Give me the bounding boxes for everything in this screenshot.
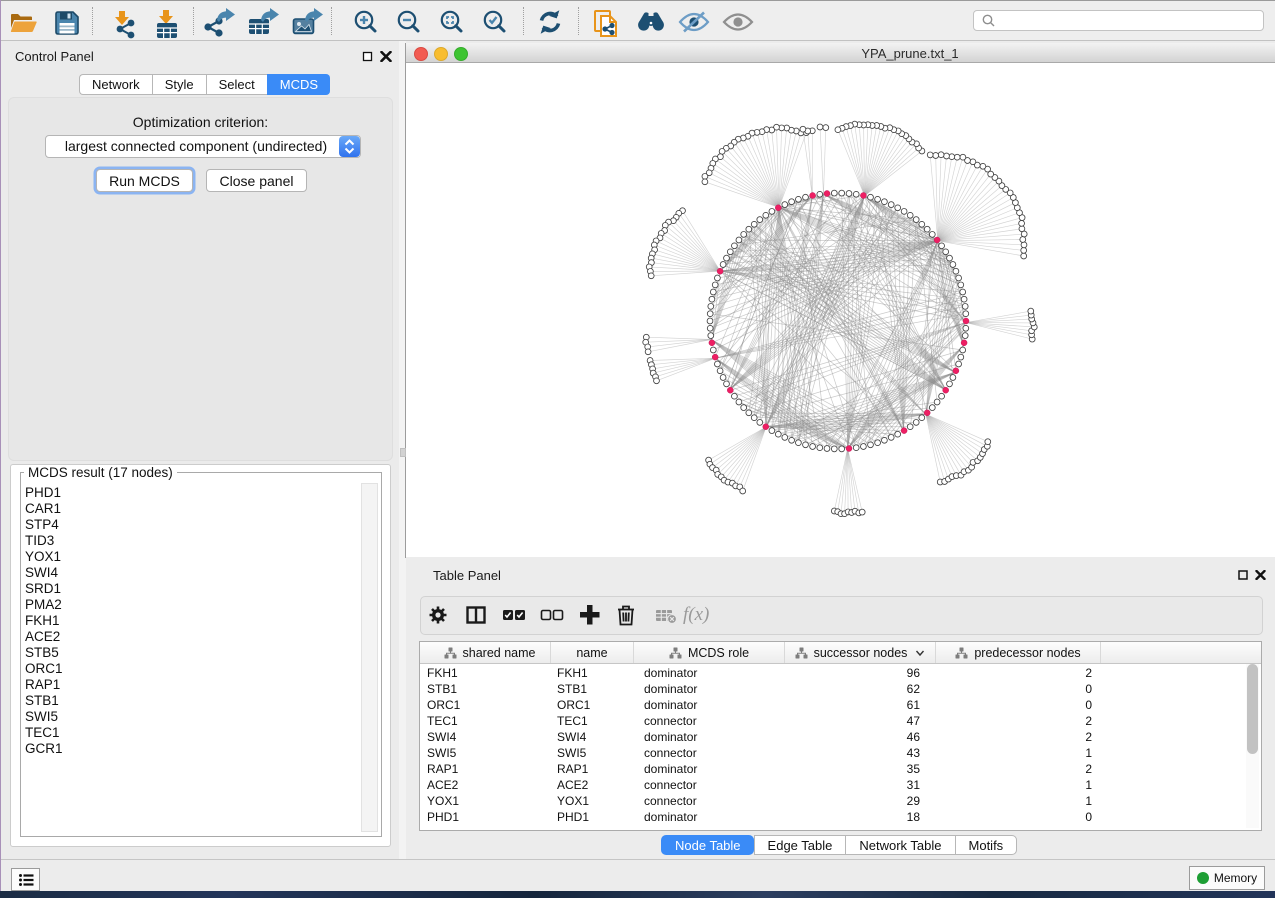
svg-text:f(x): f(x) [683,604,709,625]
